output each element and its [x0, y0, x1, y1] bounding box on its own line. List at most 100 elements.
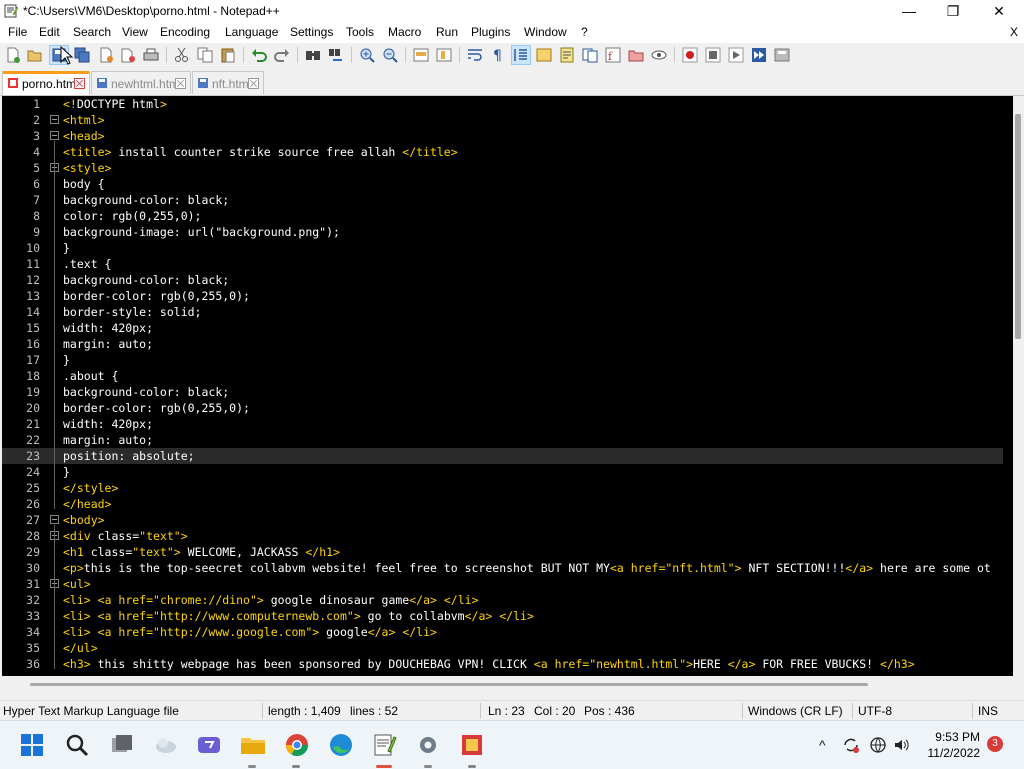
code-line[interactable]: 13 border-color: rgb(0,255,0); [2, 288, 1003, 304]
code-editor[interactable]: 1 <!DOCTYPE html> 2 <html> 3 <head> 4 <title> i… [2, 96, 1013, 676]
document-list-icon[interactable] [581, 46, 599, 64]
menu-window[interactable]: Window [524, 25, 567, 39]
indent-guide-icon[interactable] [511, 45, 531, 65]
menu-view[interactable]: View [122, 25, 148, 39]
record-macro-icon[interactable] [681, 46, 699, 64]
code-line[interactable]: 20 border-color: rgb(0,255,0); [2, 400, 1003, 416]
notepadpp-icon[interactable] [368, 729, 400, 761]
code-line[interactable]: 7 background-color: black; [2, 192, 1003, 208]
code-line[interactable]: 18 .about { [2, 368, 1003, 384]
open-file-icon[interactable] [26, 46, 44, 64]
code-line[interactable]: 36 <h3> this shitty webpage has been spon… [2, 656, 1003, 672]
status-insert-mode[interactable]: INS [978, 704, 998, 718]
find-icon[interactable] [304, 46, 322, 64]
stop-macro-icon[interactable] [704, 46, 722, 64]
fold-toggle-icon[interactable] [50, 515, 59, 524]
maximize-button[interactable]: ❐ [930, 0, 976, 22]
menu-search[interactable]: Search [73, 25, 111, 39]
print-icon[interactable] [142, 46, 160, 64]
start-icon[interactable] [16, 729, 48, 761]
horizontal-scroll-thumb[interactable] [30, 683, 868, 686]
code-line[interactable]: 11 .text { [2, 256, 1003, 272]
code-line[interactable]: 23 position: absolute; [2, 448, 1003, 464]
code-line[interactable]: 33 <li> <a href="http://www.computernewb.… [2, 608, 1003, 624]
menu-settings[interactable]: Settings [290, 25, 333, 39]
task-view-icon[interactable] [106, 729, 138, 761]
code-line[interactable]: 29 <h1 class="text"> WELCOME, JACKASS </h… [2, 544, 1003, 560]
code-line[interactable]: 12 background-color: black; [2, 272, 1003, 288]
save-all-icon[interactable] [73, 46, 91, 64]
new-file-icon[interactable] [4, 46, 22, 64]
document-map-icon[interactable] [558, 46, 576, 64]
code-line[interactable]: 15 width: 420px; [2, 320, 1003, 336]
sync-vertical-icon[interactable] [412, 46, 430, 64]
code-line[interactable]: 24} [2, 464, 1003, 480]
menu-macro[interactable]: Macro [388, 25, 421, 39]
function-list-icon[interactable]: f [604, 46, 622, 64]
save-macro-icon[interactable] [773, 46, 791, 64]
undo-icon[interactable] [250, 46, 268, 64]
redo-icon[interactable] [273, 46, 291, 64]
close-icon[interactable] [97, 46, 115, 64]
code-line[interactable]: 9 background-image: url("background.png")… [2, 224, 1003, 240]
sync-icon[interactable] [842, 736, 860, 754]
close-document-button[interactable]: X [1010, 25, 1018, 39]
media-icon[interactable] [456, 729, 488, 761]
weather-icon[interactable] [150, 729, 182, 761]
vertical-scroll-thumb[interactable] [1015, 114, 1021, 339]
code-line[interactable]: 14 border-style: solid; [2, 304, 1003, 320]
word-wrap-icon[interactable] [466, 46, 484, 64]
code-line[interactable]: 19 background-color: black; [2, 384, 1003, 400]
code-line[interactable]: 31 <ul> [2, 576, 1003, 592]
code-line[interactable]: 1 <!DOCTYPE html> [2, 96, 1003, 112]
fold-toggle-icon[interactable] [50, 131, 59, 140]
tab-close-icon[interactable] [248, 78, 259, 89]
code-line[interactable]: 3 <head> [2, 128, 1003, 144]
code-line[interactable]: 35 </ul> [2, 640, 1003, 656]
menu-run[interactable]: Run [436, 25, 458, 39]
run-macro-multiple-icon[interactable] [750, 46, 768, 64]
close-button[interactable]: ✕ [976, 0, 1022, 22]
close-all-icon[interactable] [119, 46, 137, 64]
code-line[interactable]: 26 </head> [2, 496, 1003, 512]
fold-toggle-icon[interactable] [50, 115, 59, 124]
tab-close-icon[interactable] [74, 78, 85, 89]
paste-icon[interactable] [219, 46, 237, 64]
edge-icon[interactable] [325, 729, 357, 761]
vertical-scrollbar[interactable] [1013, 96, 1024, 676]
code-line[interactable]: 4 <title> install counter strike source f… [2, 144, 1003, 160]
menu-file[interactable]: File [8, 25, 27, 39]
menu-help[interactable]: ? [581, 25, 588, 39]
copy-icon[interactable] [196, 46, 214, 64]
show-all-chars-icon[interactable]: ¶ [489, 46, 507, 64]
folder-as-workspace-icon[interactable] [627, 46, 645, 64]
menu-encoding[interactable]: Encoding [160, 25, 210, 39]
sync-horizontal-icon[interactable] [435, 46, 453, 64]
code-line[interactable]: 10} [2, 240, 1003, 256]
code-line[interactable]: 17} [2, 352, 1003, 368]
chevron-up-icon[interactable]: ^ [819, 737, 826, 753]
clock[interactable]: 9:53 PM 11/2/2022 [918, 729, 981, 761]
code-line[interactable]: 34 <li> <a href="http://www.google.com"> … [2, 624, 1003, 640]
replace-icon[interactable] [327, 46, 345, 64]
file-explorer-icon[interactable] [237, 729, 269, 761]
menu-language[interactable]: Language [225, 25, 278, 39]
code-line[interactable]: 16 margin: auto; [2, 336, 1003, 352]
tab-close-icon[interactable] [175, 78, 186, 89]
minimize-button[interactable]: — [886, 0, 932, 22]
cut-icon[interactable] [173, 46, 191, 64]
menu-plugins[interactable]: Plugins [471, 25, 510, 39]
volume-icon[interactable] [893, 736, 911, 754]
settings-icon[interactable] [412, 729, 444, 761]
tab-newhtml-html[interactable]: newhtml.html [91, 71, 191, 94]
notification-badge[interactable]: 3 [987, 736, 1003, 752]
code-line[interactable]: 32 <li> <a href="chrome://dino"> google d… [2, 592, 1003, 608]
horizontal-scrollbar[interactable] [2, 676, 1013, 692]
teams-icon[interactable] [193, 729, 225, 761]
code-line[interactable]: 25 </style> [2, 480, 1003, 496]
menu-edit[interactable]: Edit [39, 25, 60, 39]
network-icon[interactable] [869, 736, 887, 754]
code-line[interactable]: 21 width: 420px; [2, 416, 1003, 432]
monitoring-icon[interactable] [650, 46, 668, 64]
zoom-out-icon[interactable] [381, 46, 399, 64]
